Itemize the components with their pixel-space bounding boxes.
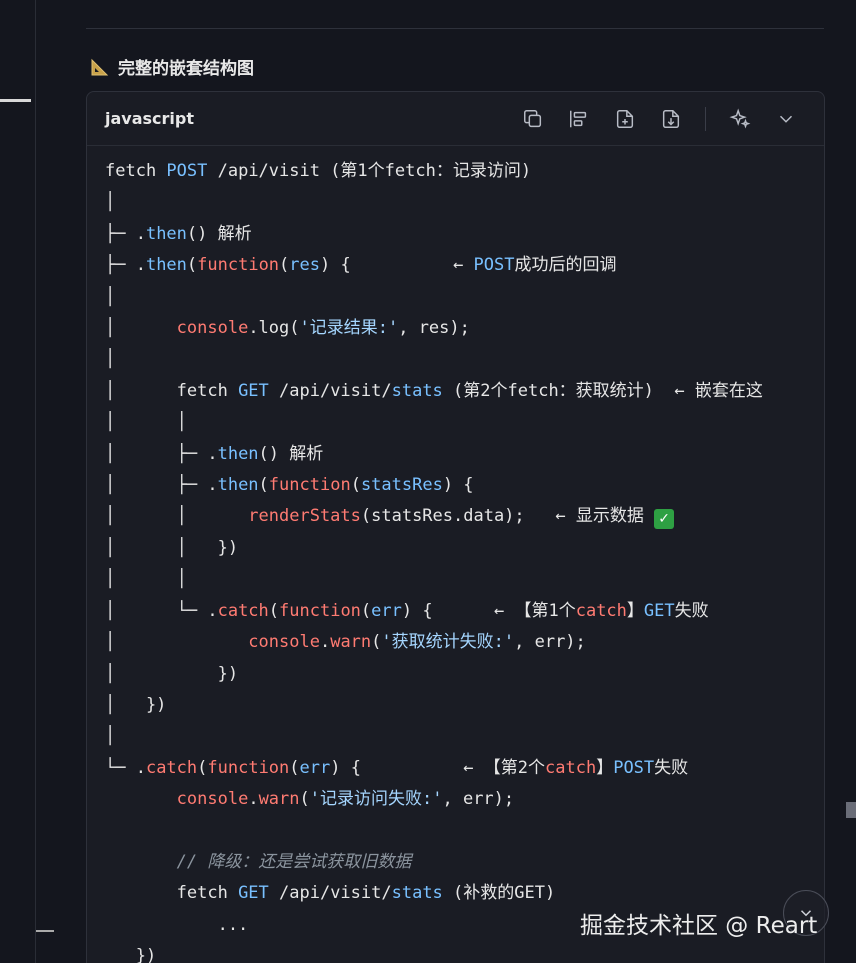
ruler-triangle-icon — [91, 58, 109, 75]
code-line: └─ .catch(function(err) { ← 【第2个catch】PO… — [105, 757, 689, 778]
sidebar-active-marker — [0, 99, 31, 102]
align-icon — [570, 110, 587, 127]
code-line: │ └─ .catch(function(err) { ← 【第1个catch】… — [105, 600, 709, 621]
align-button[interactable] — [567, 107, 591, 131]
code-line: │ console.log('记录结果:', res); — [105, 318, 470, 339]
code-line: │ │ — [105, 569, 187, 590]
code-line: ├─ .then() 解析 — [105, 223, 252, 244]
code-line: fetch POST /api/visit (第1个fetch：记录访问) — [105, 161, 532, 181]
code-block-header: javascript — [87, 92, 824, 146]
chevron-down-icon — [779, 115, 793, 123]
code-line: │ │ — [105, 412, 187, 433]
copy-icon — [524, 109, 542, 127]
insert-file-icon — [616, 109, 634, 128]
code-line: │ │ renderStats(statsRes.data); ← 显示数据 ✓ — [105, 506, 675, 530]
code-line: │ — [105, 349, 116, 370]
code-line: │ — [105, 726, 116, 747]
ai-assist-button[interactable] — [728, 107, 752, 131]
section-heading: 完整的嵌套结构图 — [90, 54, 254, 79]
collapse-button[interactable] — [774, 107, 798, 131]
code-line: │ console.warn('获取统计失败:', err); — [105, 632, 586, 653]
code-language-label: javascript — [105, 109, 194, 128]
divider — [86, 28, 824, 29]
code-line: console.warn('记录访问失败:', err); — [176, 789, 515, 810]
code-toolbar — [521, 106, 806, 131]
code-line: }) — [105, 946, 157, 963]
code-line: │ fetch GET /api/visit/stats (第2个fetch：获… — [105, 380, 763, 401]
code-line: │ ├─ .then() 解析 — [105, 443, 324, 464]
insert-file-button[interactable] — [613, 107, 637, 131]
code-line: ... — [105, 914, 249, 935]
code-line: fetch GET /api/visit/stats (补救的GET) — [105, 883, 556, 904]
section-title: 完整的嵌套结构图 — [118, 59, 254, 79]
copy-button[interactable] — [521, 107, 545, 131]
code-line: │ ├─ .then(function(statsRes) { — [105, 475, 474, 496]
code-line: │ — [105, 192, 116, 213]
code-line: ├─ .then(function(res) { ← POST成功后的回调 — [105, 255, 617, 276]
sparkle-icon — [729, 108, 751, 128]
export-file-button[interactable] — [659, 107, 683, 131]
code-line: │ — [105, 286, 116, 307]
code-content: fetch POST /api/visit (第1个fetch：记录访问) │ … — [87, 146, 824, 963]
check-mark-icon: ✓ — [654, 509, 675, 530]
code-line: │ }) — [105, 694, 167, 715]
export-file-icon — [662, 109, 680, 128]
code-line: // 降级：还是尝试获取旧数据 — [176, 851, 412, 872]
watermark: 掘金技术社区 @ Reart — [580, 913, 818, 939]
code-line: │ │ }) — [105, 537, 239, 558]
code-line: │ }) — [105, 663, 239, 684]
left-sidebar — [0, 0, 36, 963]
scrollbar-thumb[interactable] — [846, 802, 856, 818]
sidebar-bottom-marker — [36, 930, 54, 932]
code-block: javascript fetch POST /api/visit (第1个fet… — [86, 91, 825, 963]
toolbar-separator — [705, 106, 706, 131]
